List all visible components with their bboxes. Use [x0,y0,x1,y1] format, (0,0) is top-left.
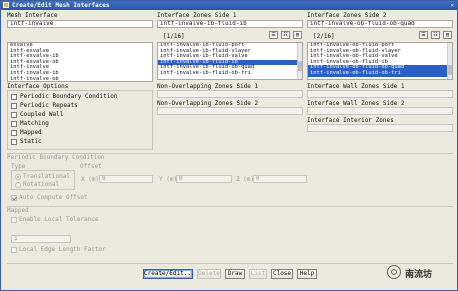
non-overlap-side1-label: Non-Overlapping Zones Side 1 [157,83,259,90]
option-label: Matching [20,120,49,127]
interior-zones-label: Interface Interior Zones [307,117,394,124]
option-checkbox[interactable] [11,121,17,127]
side2-filter-input[interactable]: intf-invalve-ob-fluid-ob-quad [307,20,453,28]
app-icon [3,2,9,8]
offset-z-input[interactable]: 0 [253,175,307,183]
interface-options-label: Interface Options [7,83,69,90]
wall-zones-side1-field [307,90,453,98]
watermark: 南流坊 [387,264,455,282]
interface-options-group: Periodic Boundary Condition Periodic Repe… [7,90,153,150]
edge-factor-checkbox[interactable] [11,247,17,253]
mesh-interface-label: Mesh Interface [7,12,58,19]
enable-tolerance-label: Enable Local Tolerance [19,216,99,223]
draw-button[interactable]: Draw [225,269,245,279]
option-label: Mapped [20,129,42,136]
mesh-interface-list[interactable]: exvalve intf-exvalve intf-exvalve-ib intf-e… [7,42,153,82]
side1-deselect-icon[interactable]: ☷ [281,31,290,39]
option-checkbox[interactable] [11,130,17,136]
mapped-section-label: Mapped [7,207,29,214]
non-overlap-side1-field [157,90,303,98]
offset-label: Offset [80,163,102,170]
create-edit-button[interactable]: Create/Edit... [143,269,195,279]
mesh-interfaces-dialog: Create/Edit Mesh Interfaces ✕ Mesh Inter… [0,0,458,291]
wall-zones-side2-field [307,107,453,115]
type-label: Type [11,163,26,170]
side2-deselect-icon[interactable]: ☷ [431,31,440,39]
offset-y-input[interactable]: 0 [176,175,232,183]
side1-zone-list[interactable]: intf-invalve-ib-fluid-port intf-invalve-i… [157,42,303,80]
window-title: Create/Edit Mesh Interfaces [12,2,110,9]
option-label: Coupled Wall [20,111,64,118]
side2-label: Interface Zones Side 2 [307,12,387,19]
tolerance-input[interactable]: 1 [11,235,71,243]
rotational-label: Rotational [23,181,60,188]
side1-label: Interface Zones Side 1 [157,12,237,19]
side2-filter-icon[interactable]: ▤ [443,31,452,39]
wall-zones-side1-label: Interface Wall Zones Side 1 [307,83,405,90]
watermark-logo-icon [387,265,401,279]
non-overlap-side2-field [157,107,303,115]
watermark-text: 南流坊 [405,270,433,280]
side2-zone-item[interactable]: intf-invalve-ob-fluid-ob-tri [308,70,452,77]
offset-x-input[interactable]: 0 [99,175,153,183]
option-label: Static [20,138,42,145]
side1-count: [1/16] [163,33,185,40]
help-button[interactable]: Help [297,269,317,279]
close-button[interactable]: Close [271,269,293,279]
side2-zone-list[interactable]: intf-invalve-ob-fluid-port intf-invalve-o… [307,42,453,80]
side1-scrollbar[interactable] [297,43,302,79]
option-checkbox[interactable] [11,139,17,145]
enable-tolerance-checkbox[interactable] [11,217,17,223]
auto-compute-label: Auto Compute Offset [19,194,88,201]
interior-zones-field [307,124,453,132]
option-label: Periodic Boundary Condition [20,93,118,100]
periodic-section-label: Periodic Boundary Condition [7,154,105,161]
rotational-radio[interactable] [15,182,21,188]
option-checkbox[interactable] [11,94,17,100]
side2-scrollbar[interactable] [447,43,452,79]
option-checkbox[interactable] [11,103,17,109]
option-label: Periodic Repeats [20,102,78,109]
mesh-interface-input[interactable]: intf-invalve [7,20,153,28]
edge-factor-label: Local Edge Length Factor [19,246,106,253]
delete-button[interactable]: Delete [197,269,221,279]
offset-z-label: Z (m) [236,176,255,183]
wall-zones-side2-label: Interface Wall Zones Side 2 [307,100,405,107]
offset-x-label: X (m) [81,176,100,183]
translational-radio[interactable] [15,174,21,180]
option-checkbox[interactable] [11,112,17,118]
title-bar: Create/Edit Mesh Interfaces ✕ [1,1,457,10]
side1-filter-input[interactable]: intf-invalve-ib-fluid-ib [157,20,303,28]
side2-count: [2/16] [313,33,335,40]
offset-y-label: Y (m) [159,176,178,183]
auto-compute-checkbox[interactable] [11,195,17,201]
close-icon[interactable]: ✕ [450,1,454,10]
side2-select-all-icon[interactable]: ☰ [419,31,428,39]
mapped-separator [7,206,453,207]
translational-label: Translational [23,173,70,180]
side1-filter-icon[interactable]: ▤ [293,31,302,39]
mesh-interface-list-item[interactable]: intf-invalve-ob [8,76,152,81]
side1-zone-item[interactable]: intf-invalve-ib-fluid-ob-tri [158,70,302,77]
non-overlap-side2-label: Non-Overlapping Zones Side 2 [157,100,259,107]
type-group: Translational Rotational [11,170,75,190]
side1-select-all-icon[interactable]: ☰ [269,31,278,39]
list-button[interactable]: List [249,269,267,279]
